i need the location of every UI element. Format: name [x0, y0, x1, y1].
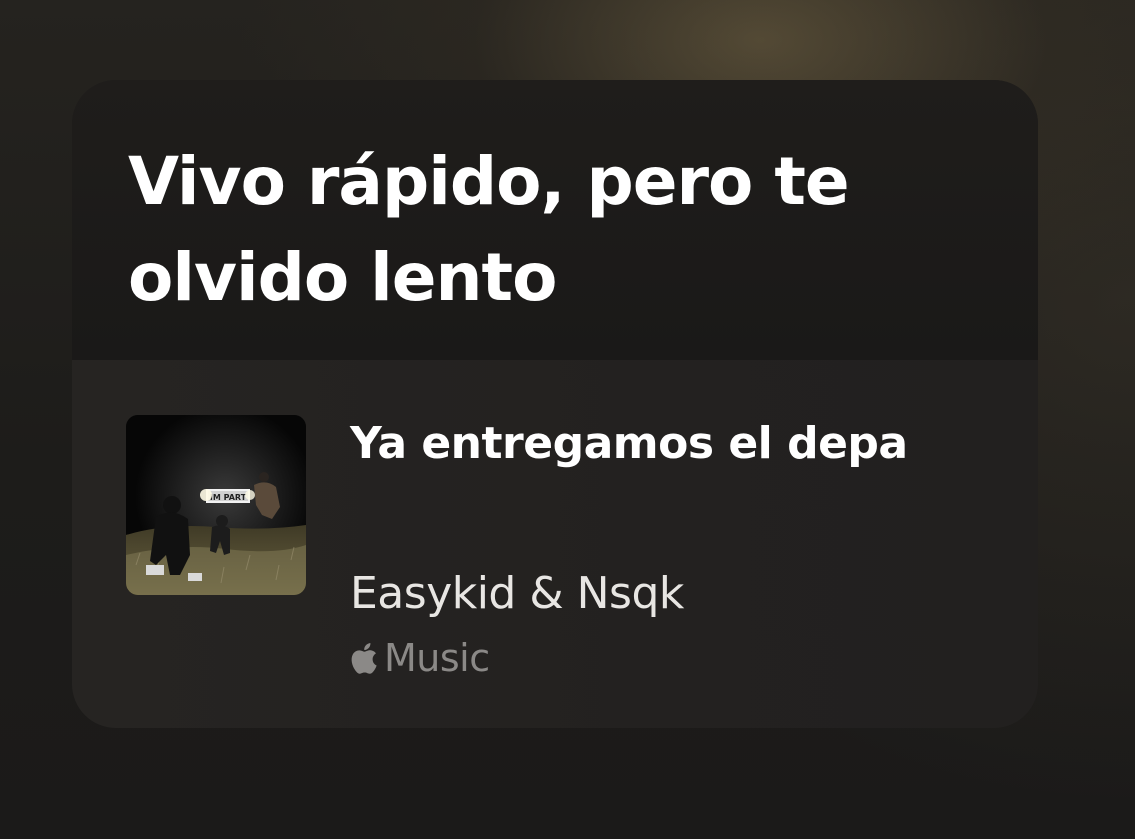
album-artwork-image: IM PART — [126, 415, 306, 595]
apple-logo-icon — [351, 643, 377, 674]
lyrics-quote: Vivo rápido, pero te olvido lento — [128, 143, 850, 316]
lyrics-share-card[interactable]: Vivo rápido, pero te olvido lento IM PAR… — [72, 80, 1038, 728]
song-title[interactable]: Ya entregamos el depa — [350, 416, 950, 472]
album-artwork[interactable]: IM PART — [126, 415, 306, 595]
apple-music-badge[interactable]: Music — [348, 636, 490, 680]
service-label: Music — [384, 636, 490, 680]
artist-name[interactable]: Easykid & Nsqk — [350, 568, 684, 620]
lyrics-section: Vivo rápido, pero te olvido lento — [72, 80, 1038, 360]
artwork-sign-text: IM PART — [210, 493, 247, 502]
